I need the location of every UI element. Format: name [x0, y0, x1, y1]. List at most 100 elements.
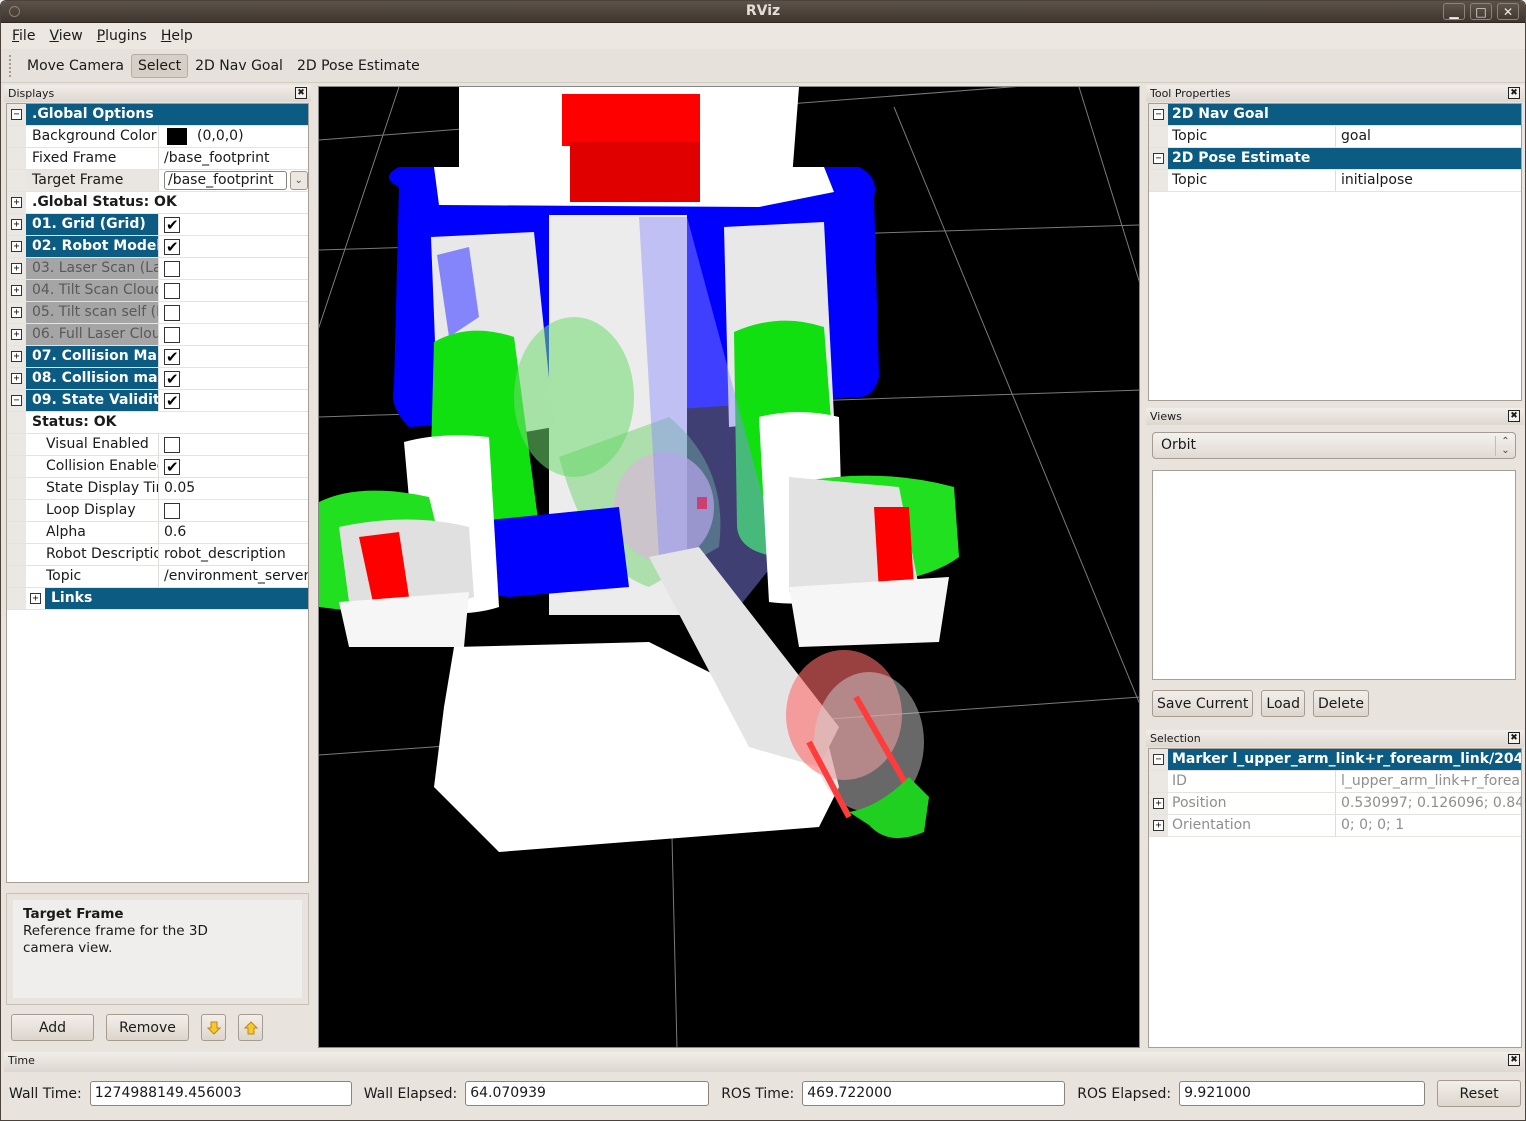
- selection-orientation-row[interactable]: + Orientation 0; 0; 0; 1: [1149, 815, 1521, 837]
- expand-icon[interactable]: +: [11, 351, 22, 362]
- collision-enabled-row[interactable]: Collision Enabled: [7, 456, 308, 478]
- close-button[interactable]: ✕: [1497, 3, 1519, 20]
- delete-view-button[interactable]: Delete: [1313, 690, 1369, 717]
- alpha-value[interactable]: 0.6: [159, 522, 308, 543]
- global-options-row[interactable]: − .Global Options: [7, 104, 308, 126]
- menu-view[interactable]: View: [42, 28, 89, 44]
- collapse-icon[interactable]: −: [11, 395, 22, 406]
- move-up-button[interactable]: [238, 1014, 263, 1041]
- collapse-icon[interactable]: −: [1153, 109, 1164, 120]
- display-enabled-checkbox[interactable]: [164, 326, 180, 343]
- expand-icon[interactable]: +: [11, 329, 22, 340]
- display-enabled-checkbox[interactable]: [164, 369, 180, 389]
- display-enabled-checkbox[interactable]: [164, 215, 180, 235]
- visual-enabled-row[interactable]: Visual Enabled: [7, 434, 308, 456]
- display-item[interactable]: +07. Collision Map: [7, 346, 308, 368]
- expand-icon[interactable]: +: [1153, 798, 1164, 809]
- collapse-icon[interactable]: −: [11, 109, 22, 120]
- fixed-frame-row[interactable]: Fixed Frame /base_footprint: [7, 148, 308, 170]
- topic-row[interactable]: Topic /environment_server_r: [7, 566, 308, 588]
- saved-views-list[interactable]: [1152, 470, 1516, 680]
- nav-goal-group-row[interactable]: − 2D Nav Goal: [1149, 104, 1521, 126]
- display-enabled-checkbox[interactable]: [164, 347, 180, 367]
- target-frame-row[interactable]: Target Frame /base_footprint ⌄: [7, 170, 308, 192]
- display-enabled-checkbox[interactable]: [164, 282, 180, 299]
- pose-estimate-group-row[interactable]: − 2D Pose Estimate: [1149, 148, 1521, 170]
- tool-select[interactable]: Select: [130, 53, 189, 78]
- menu-file[interactable]: File: [5, 28, 42, 44]
- fixed-frame-value[interactable]: /base_footprint: [159, 148, 308, 169]
- loop-display-row[interactable]: Loop Display: [7, 500, 308, 522]
- ros-time-field[interactable]: 469.722000: [802, 1081, 1066, 1106]
- maximize-button[interactable]: □: [1470, 3, 1492, 20]
- expand-icon[interactable]: +: [11, 219, 22, 230]
- 3d-render-viewport[interactable]: [318, 86, 1140, 1048]
- selection-position-row[interactable]: + Position 0.530997; 0.126096; 0.8416: [1149, 793, 1521, 815]
- toolbar-grip-handle[interactable]: [9, 54, 12, 77]
- add-display-button[interactable]: Add: [11, 1014, 94, 1041]
- global-status-row[interactable]: + .Global Status: OK: [7, 192, 308, 214]
- links-row[interactable]: + Links: [7, 588, 308, 610]
- visual-enabled-checkbox[interactable]: [164, 436, 180, 453]
- display-item[interactable]: +01. Grid (Grid): [7, 214, 308, 236]
- display-enabled-checkbox[interactable]: [164, 391, 180, 411]
- robot-description-value[interactable]: robot_description: [159, 544, 308, 565]
- selected-marker-row[interactable]: − Marker l_upper_arm_link+r_forearm_link…: [1149, 749, 1521, 771]
- ros-elapsed-field[interactable]: 9.921000: [1179, 1081, 1426, 1106]
- pose-estimate-topic-value[interactable]: initialpose: [1336, 170, 1521, 191]
- target-frame-input[interactable]: /base_footprint: [164, 171, 287, 190]
- state-display-time-value[interactable]: 0.05: [159, 478, 308, 499]
- expand-icon[interactable]: +: [11, 373, 22, 384]
- background-color-row[interactable]: Background Color (0,0,0): [7, 126, 308, 148]
- collapse-icon[interactable]: −: [1153, 754, 1164, 765]
- display-enabled-checkbox[interactable]: [164, 260, 180, 277]
- expand-icon[interactable]: +: [30, 593, 41, 604]
- display-item[interactable]: +06. Full Laser Cloud: [7, 324, 308, 346]
- menu-plugins[interactable]: Plugins: [90, 28, 154, 44]
- loop-display-checkbox[interactable]: [164, 502, 180, 519]
- alpha-row[interactable]: Alpha 0.6: [7, 522, 308, 544]
- move-down-button[interactable]: [201, 1014, 226, 1041]
- display-item[interactable]: +05. Tilt scan self (Po: [7, 302, 308, 324]
- reset-time-button[interactable]: Reset: [1437, 1080, 1522, 1107]
- expand-icon[interactable]: +: [11, 197, 22, 208]
- time-close-button[interactable]: ✖: [1508, 1054, 1520, 1066]
- display-item[interactable]: +08. Collision mar: [7, 368, 308, 390]
- nav-goal-topic-value[interactable]: goal: [1336, 126, 1521, 147]
- state-display-time-row[interactable]: State Display Time 0.05: [7, 478, 308, 500]
- display-item[interactable]: +02. Robot Model: [7, 236, 308, 258]
- expand-icon[interactable]: +: [11, 285, 22, 296]
- views-close-button[interactable]: ✖: [1508, 410, 1520, 422]
- collapse-icon[interactable]: −: [1153, 153, 1164, 164]
- expand-icon[interactable]: +: [1153, 820, 1164, 831]
- tool-properties-close-button[interactable]: ✖: [1508, 87, 1520, 99]
- wall-elapsed-field[interactable]: 64.070939: [465, 1081, 710, 1106]
- robot-description-row[interactable]: Robot Description robot_description: [7, 544, 308, 566]
- expand-icon[interactable]: +: [11, 307, 22, 318]
- collision-enabled-checkbox[interactable]: [164, 457, 180, 477]
- remove-display-button[interactable]: Remove: [106, 1014, 189, 1041]
- display-enabled-checkbox[interactable]: [164, 237, 180, 257]
- display-enabled-checkbox[interactable]: [164, 304, 180, 321]
- tool-2d-nav-goal[interactable]: 2D Nav Goal: [188, 54, 290, 78]
- selection-id-row[interactable]: ID l_upper_arm_link+r_forearm_link/204: [1149, 771, 1521, 793]
- expand-icon[interactable]: +: [11, 241, 22, 252]
- tool-2d-pose-estimate[interactable]: 2D Pose Estimate: [290, 54, 427, 78]
- selection-close-button[interactable]: ✖: [1508, 732, 1520, 744]
- background-color-swatch[interactable]: [167, 128, 187, 145]
- pose-estimate-topic-row[interactable]: Topic initialpose: [1149, 170, 1521, 192]
- display-item[interactable]: −09. State Validity: [7, 390, 308, 412]
- menu-help[interactable]: Help: [154, 28, 200, 44]
- load-view-button[interactable]: Load: [1261, 690, 1305, 717]
- view-type-select[interactable]: Orbit ⌃ ⌄: [1152, 432, 1516, 459]
- save-current-view-button[interactable]: Save Current: [1152, 690, 1254, 717]
- minimize-button[interactable]: ▁: [1443, 3, 1465, 20]
- topic-value[interactable]: /environment_server_r: [159, 566, 308, 587]
- expand-icon[interactable]: +: [11, 263, 22, 274]
- display-item[interactable]: +03. Laser Scan (Laser: [7, 258, 308, 280]
- tool-move-camera[interactable]: Move Camera: [20, 54, 131, 78]
- wall-time-field[interactable]: 1274988149.456003: [89, 1081, 352, 1106]
- display-item[interactable]: +04. Tilt Scan Cloud (: [7, 280, 308, 302]
- displays-close-button[interactable]: ✖: [295, 87, 307, 99]
- target-frame-dropdown[interactable]: ⌄: [289, 171, 308, 190]
